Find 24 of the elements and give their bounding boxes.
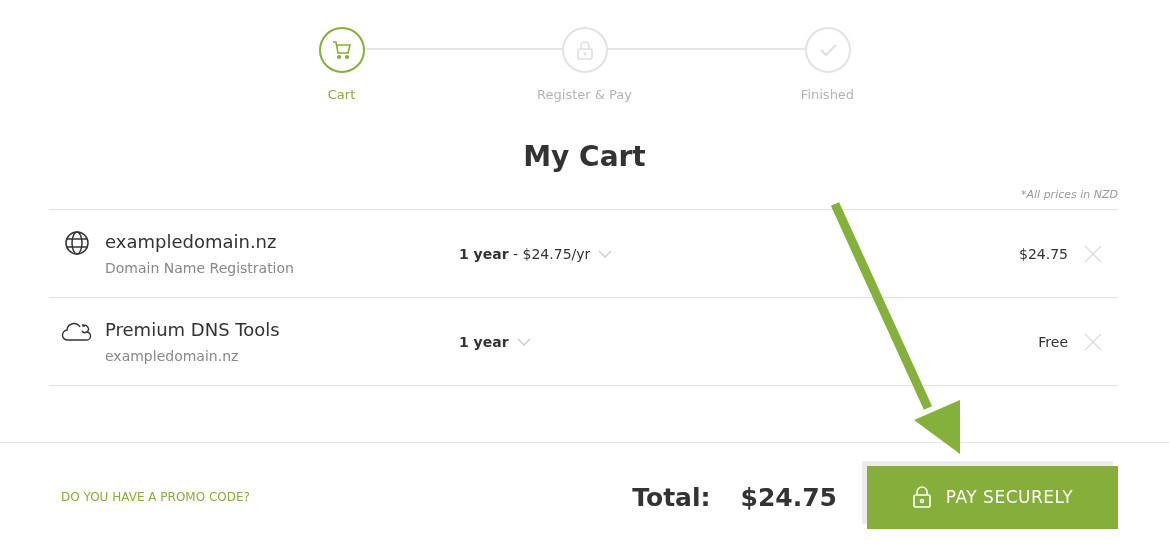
price-note: *All prices in NZD <box>1021 188 1118 201</box>
lock-icon <box>911 485 932 509</box>
lock-icon <box>574 39 595 61</box>
term-select[interactable]: 1 year - $24.75/yr <box>459 245 591 262</box>
chevron-down-icon[interactable] <box>516 337 531 346</box>
cart-icon <box>330 39 353 61</box>
item-price: Free <box>1038 333 1068 350</box>
globe-icon <box>64 230 90 256</box>
item-subtitle: Domain Name Registration <box>105 260 295 276</box>
page-title: My Cart <box>522 139 647 175</box>
total-value: $24.75 <box>740 482 837 512</box>
step-label: Cart <box>327 87 356 102</box>
item-name: exampledomain.nz <box>105 231 278 252</box>
chevron-down-icon[interactable] <box>598 249 613 258</box>
term-select[interactable]: 1 year <box>459 333 509 350</box>
item-name: Premium DNS Tools <box>105 319 281 340</box>
cloud-sync-icon <box>61 320 93 342</box>
item-subtitle: exampledomain.nz <box>105 348 240 364</box>
remove-button[interactable] <box>1084 332 1102 351</box>
total-label: Total: <box>632 482 711 512</box>
step-label: Finished <box>800 87 855 102</box>
step-label: Register & Pay <box>537 87 632 102</box>
remove-button[interactable] <box>1084 244 1102 263</box>
item-price: $24.75 <box>1019 245 1068 262</box>
